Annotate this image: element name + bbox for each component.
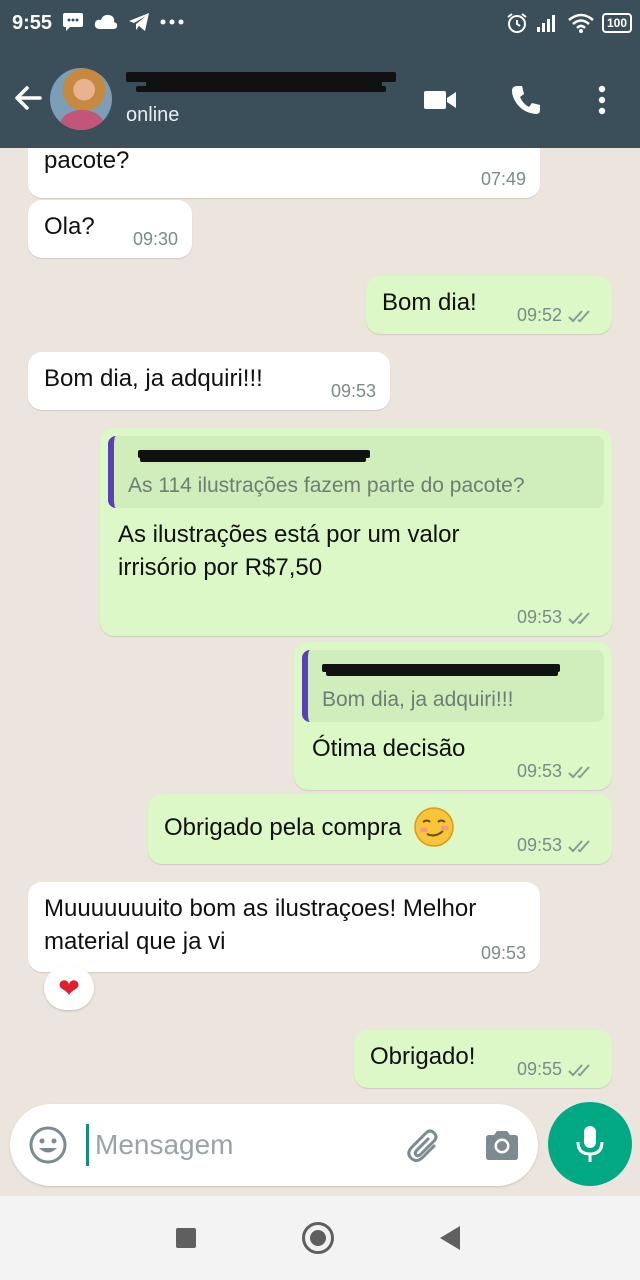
paperclip-icon[interactable] <box>404 1126 444 1166</box>
message-text: As ilustrações está por um valor irrisór… <box>118 521 460 581</box>
back-button[interactable] <box>440 1226 460 1250</box>
message-incoming[interactable]: Bom dia, ja adquiri!!! 09:53 <box>28 352 390 410</box>
wifi-icon <box>568 13 594 33</box>
message-meta: 09:52 <box>517 305 598 326</box>
alarm-icon <box>507 13 527 33</box>
message-outgoing-reply[interactable]: Bom dia, ja adquiri!!! Ótima decisão 09:… <box>294 642 612 790</box>
back-arrow-icon[interactable] <box>10 80 46 116</box>
recents-button[interactable] <box>176 1228 196 1248</box>
message-time: 09:55 <box>516 1059 562 1079</box>
message-time: 07:49 <box>480 169 526 189</box>
heart-reaction[interactable]: ❤ <box>44 966 94 1010</box>
status-bar: 9:55 100 <box>0 0 640 48</box>
message-meta: 09:53 <box>517 607 598 628</box>
message-time: 09:53 <box>330 381 376 401</box>
message-outgoing-reply[interactable]: As 114 ilustrações fazem parte do pacote… <box>100 428 612 636</box>
message-incoming[interactable]: Ola? 09:30 <box>28 200 192 258</box>
message-meta: 09:55 <box>517 1059 598 1080</box>
contact-avatar[interactable] <box>50 68 112 130</box>
message-input[interactable] <box>86 1124 386 1166</box>
message-time: 09:30 <box>132 229 178 249</box>
home-button[interactable] <box>302 1222 334 1254</box>
double-check-icon <box>568 309 590 322</box>
message-time: 09:52 <box>516 305 562 325</box>
message-time: 09:53 <box>516 607 562 627</box>
message-outgoing[interactable]: Obrigado pela compra 09:53 <box>148 794 612 864</box>
quoted-sender-redacted <box>128 444 590 466</box>
message-meta: 09:53 <box>517 835 598 856</box>
camera-icon[interactable] <box>482 1126 522 1166</box>
contact-name-redacted[interactable] <box>126 66 396 96</box>
battery-indicator: 100 <box>601 13 632 33</box>
more-options-icon[interactable] <box>584 82 620 118</box>
message-notification-icon <box>63 13 83 31</box>
message-text: Bom dia, ja adquiri!!! <box>44 365 263 392</box>
double-check-icon <box>568 1063 590 1076</box>
quoted-sender-redacted <box>322 658 590 680</box>
quoted-text: As 114 ilustrações fazem parte do pacote… <box>128 474 525 497</box>
quoted-message[interactable]: Bom dia, ja adquiri!!! <box>302 650 604 722</box>
message-time: 09:53 <box>516 835 562 855</box>
double-check-icon <box>568 611 590 624</box>
contact-status: online <box>126 104 180 126</box>
message-text: pacote? <box>44 148 130 174</box>
chat-messages[interactable]: pacote? 07:49 Ola? 09:30 Bom dia! 09:52 … <box>0 148 640 1100</box>
message-incoming[interactable]: Muuuuuuuito bom as ilustraçoes! Melhor m… <box>28 882 540 972</box>
double-check-icon <box>568 765 590 778</box>
cloud-icon <box>94 14 118 29</box>
chat-header: online <box>0 48 640 148</box>
system-icons: 100 <box>506 12 632 34</box>
message-meta: 07:49 <box>481 169 526 190</box>
message-meta: 09:53 <box>331 381 376 402</box>
message-meta: 09:30 <box>133 229 178 250</box>
message-meta: 09:53 <box>481 943 526 964</box>
telegram-icon <box>129 13 149 31</box>
message-text: Muuuuuuuito bom as ilustraçoes! Melhor m… <box>44 895 477 955</box>
quoted-message[interactable]: As 114 ilustrações fazem parte do pacote… <box>108 436 604 508</box>
message-time: 09:53 <box>480 943 526 963</box>
status-time: 9:55 <box>12 12 53 34</box>
smirk-emoji-icon <box>414 807 455 847</box>
signal-icon <box>536 15 555 32</box>
double-check-icon <box>568 839 590 852</box>
message-time: 09:53 <box>516 761 562 781</box>
video-call-icon[interactable] <box>422 82 458 118</box>
voice-record-button[interactable] <box>548 1102 632 1186</box>
message-outgoing[interactable]: Bom dia! 09:52 <box>366 276 612 334</box>
more-notifications-icon <box>160 19 184 25</box>
quoted-text: Bom dia, ja adquiri!!! <box>322 688 514 711</box>
message-outgoing[interactable]: Obrigado! 09:55 <box>354 1030 612 1088</box>
notification-icons <box>62 12 184 32</box>
message-composer <box>10 1104 538 1186</box>
mic-icon <box>576 1126 604 1162</box>
message-text-content: Obrigado pela compra <box>164 813 402 841</box>
system-navigation-bar <box>0 1196 640 1280</box>
message-incoming[interactable]: pacote? 07:49 <box>28 148 540 198</box>
message-meta: 09:53 <box>517 761 598 782</box>
emoji-icon[interactable] <box>28 1125 68 1165</box>
phone-call-icon[interactable] <box>508 82 544 118</box>
